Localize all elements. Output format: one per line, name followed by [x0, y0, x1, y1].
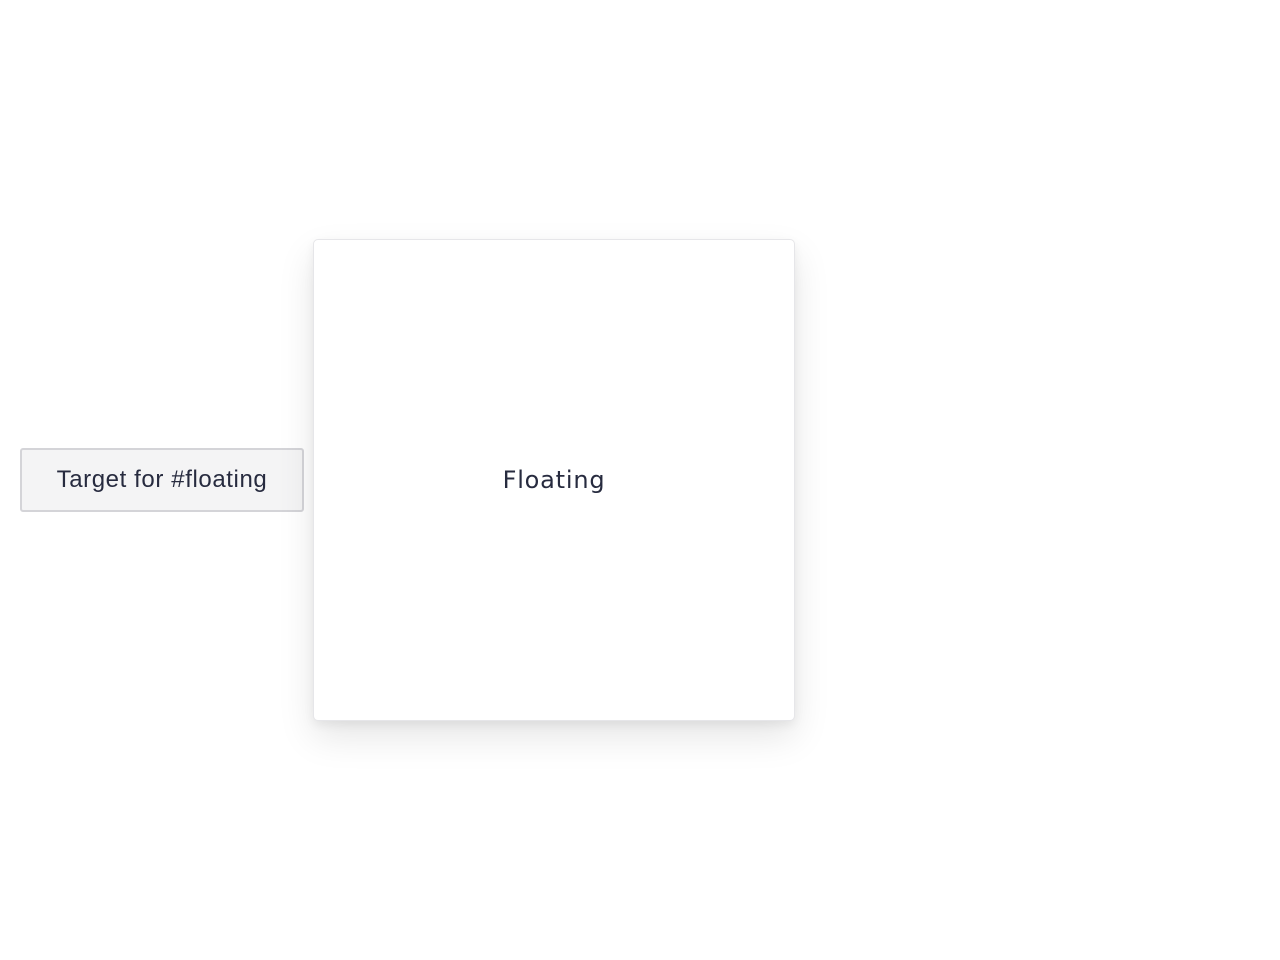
page-canvas: Target for #floating Floating	[0, 0, 1280, 960]
floating-panel: Floating	[313, 239, 795, 721]
target-button[interactable]: Target for #floating	[20, 448, 304, 512]
floating-label: Floating	[502, 466, 606, 494]
